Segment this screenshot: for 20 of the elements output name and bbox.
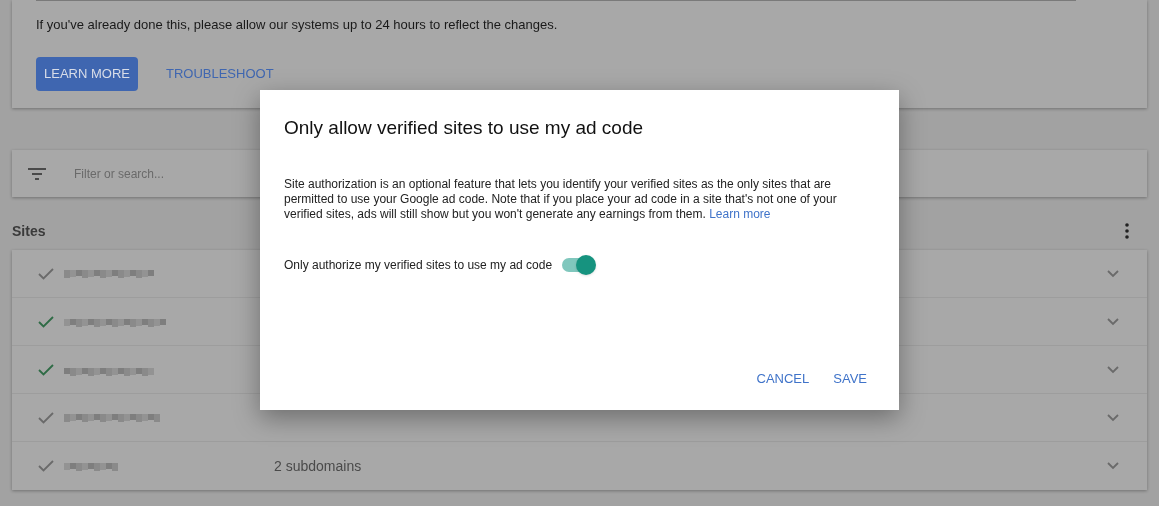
chevron-down-icon[interactable]: [1107, 269, 1119, 278]
toggle-switch[interactable]: [560, 253, 597, 276]
notice-text: If you've already done this, please allow our systems up to 24 hours to reflect the changes.: [36, 16, 559, 34]
learn-more-link[interactable]: Learn more: [709, 206, 771, 221]
sites-heading: Sites: [12, 221, 46, 241]
filter-icon[interactable]: [28, 167, 46, 180]
chevron-down-icon[interactable]: [1107, 413, 1119, 422]
chevron-down-icon[interactable]: [1107, 317, 1119, 326]
learn-more-button[interactable]: LEARN MORE: [36, 56, 138, 91]
save-button[interactable]: SAVE: [825, 362, 875, 396]
more-icon[interactable]: [1125, 223, 1129, 239]
dialog-body: Site authorization is an optional feature that lets you identify your verified sites as the only sites that are permitted to use your Google ad code. Note that if you place your ad code in a site that's not one of your verified sites, ads will still show but you won't generate any earnings from them. Learn more: [284, 176, 838, 222]
toggle-label: Only authorize my verified sites to use my ad code: [284, 256, 553, 274]
chevron-down-icon[interactable]: [1107, 365, 1119, 374]
troubleshoot-button[interactable]: TROUBLESHOOT: [149, 56, 290, 91]
subdomain-count: 2 subdomains: [274, 456, 362, 476]
site-row[interactable]: 2 subdomains: [12, 442, 1147, 490]
chevron-down-icon[interactable]: [1107, 462, 1119, 470]
dialog-title: Only allow verified sites to use my ad code: [284, 116, 645, 140]
cancel-button[interactable]: CANCEL: [748, 362, 818, 396]
